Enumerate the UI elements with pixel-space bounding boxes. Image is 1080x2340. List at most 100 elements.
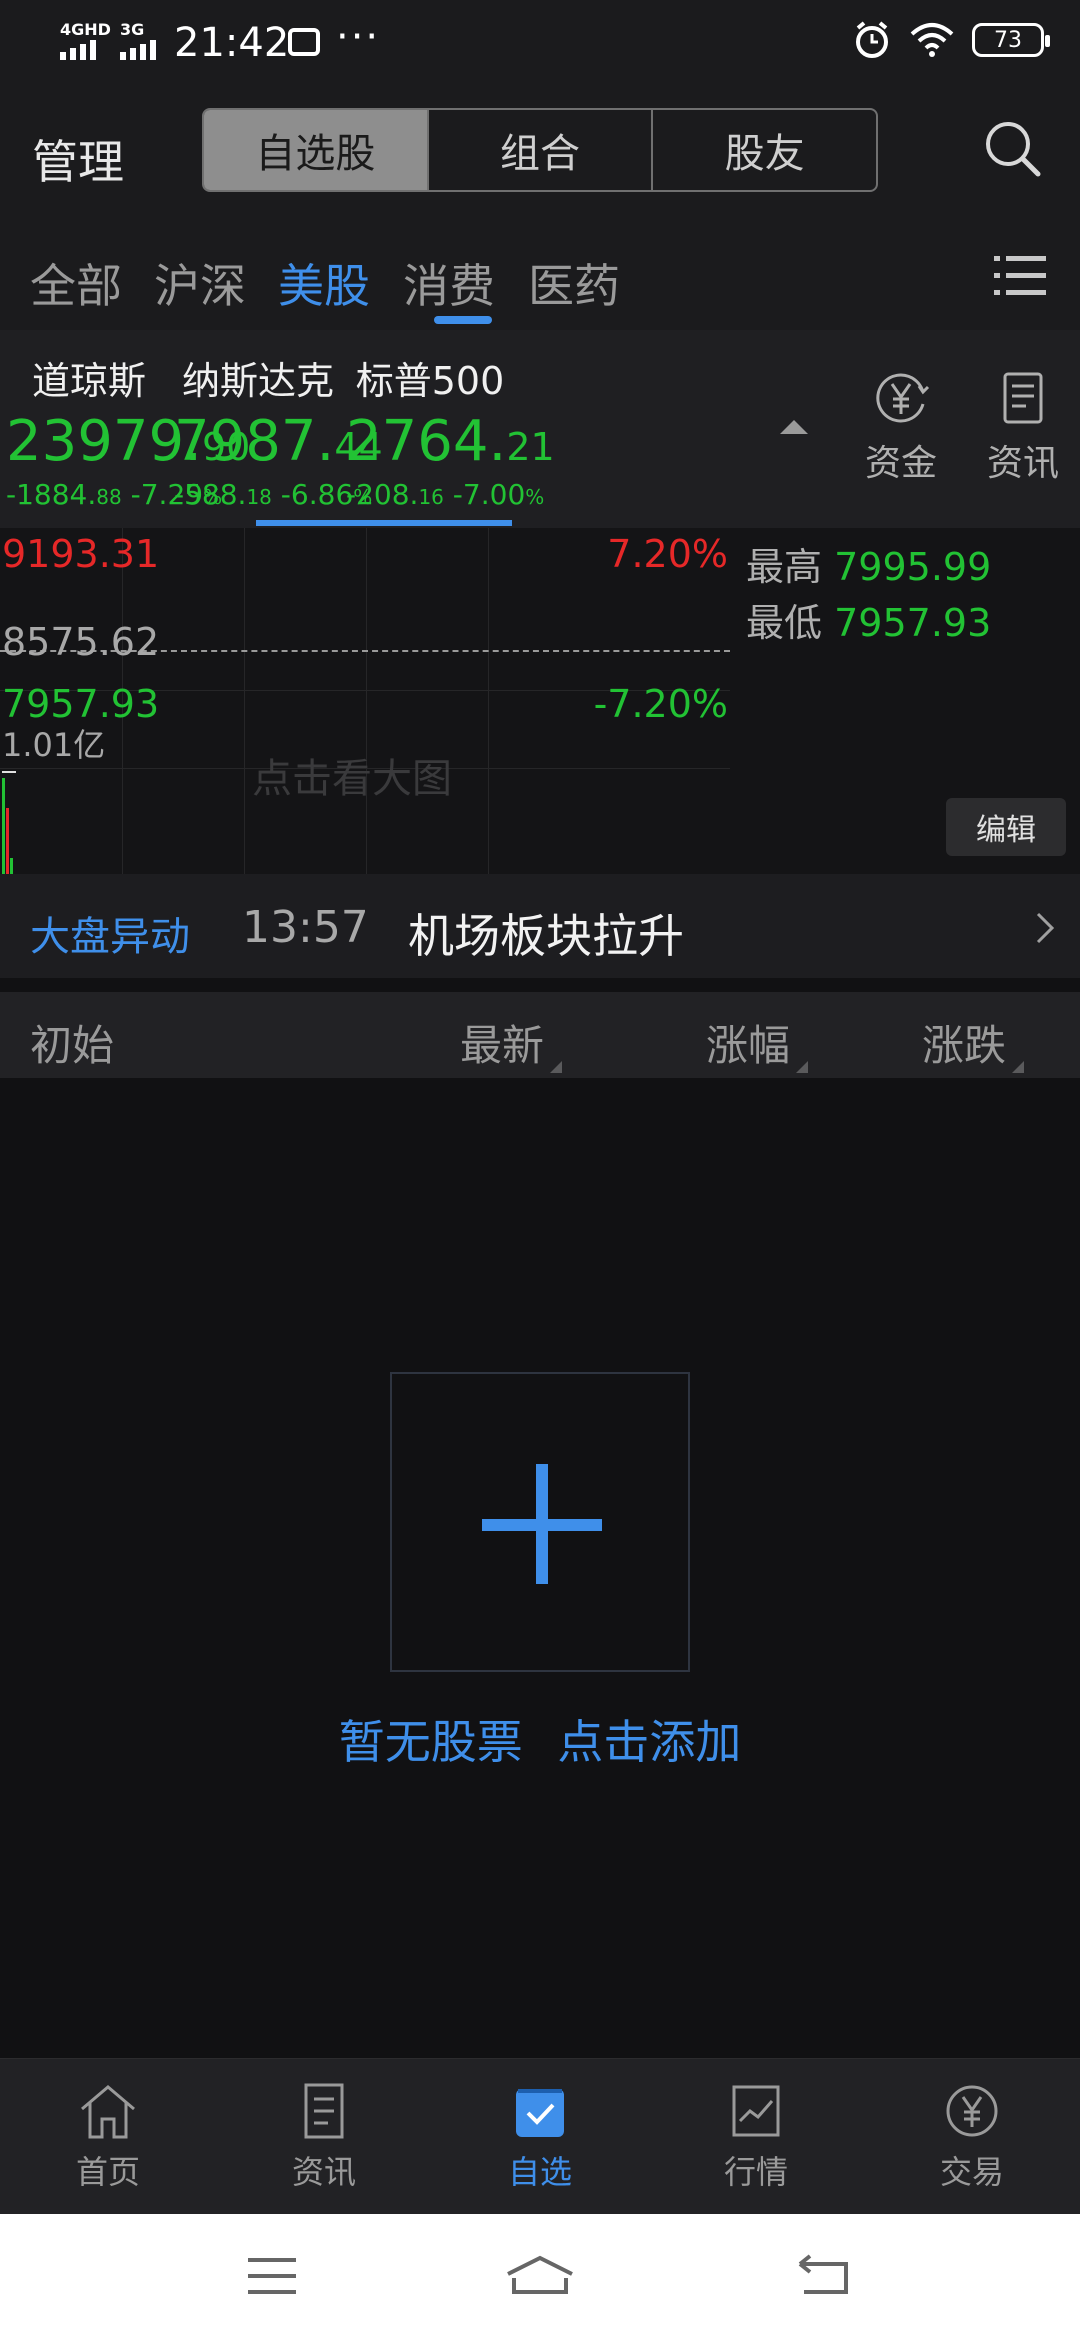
home-icon [81, 2085, 135, 2139]
sort-icon [550, 1061, 563, 1073]
battery-level: 73 [994, 27, 1022, 53]
search-icon[interactable] [980, 116, 1044, 180]
nav-market[interactable]: 行情 [686, 2081, 826, 2193]
empty-state-text: 暂无股票 点击添加 [0, 1706, 1080, 1772]
index-change: -1884.88 -7.29% [6, 478, 222, 511]
add-stock-button[interactable] [390, 1372, 690, 1672]
tab-us-stocks[interactable]: 美股 [278, 250, 370, 316]
nav-watchlist-label: 自选 [507, 2153, 572, 2191]
index-nasdaq[interactable]: 纳斯达克 7987.44 -588.18 -6.86% [174, 330, 383, 511]
tab-all[interactable]: 全部 [30, 250, 122, 316]
nav-news-label: 资讯 [291, 2153, 356, 2191]
index-price-dec: 21 [506, 425, 555, 469]
low-row: 最低 7957.93 [746, 592, 991, 647]
active-tab-indicator [434, 316, 492, 324]
index-change-int: -1884. [6, 478, 97, 511]
index-change-dec: 16 [418, 485, 444, 509]
index-pct: -6.86 [271, 478, 354, 511]
index-change-int: -588. [174, 478, 247, 511]
index-change-int: -208. [346, 478, 419, 511]
nav-news[interactable]: 资讯 [254, 2081, 394, 2193]
chart-summary: 最高 7995.99 最低 7957.93 编辑 [730, 528, 1080, 874]
yuan-icon [946, 2085, 998, 2137]
high-label: 最高 [746, 545, 823, 589]
column-initial[interactable]: 初始 [30, 1012, 114, 1073]
index-sp500[interactable]: 标普500 2764.21 -208.16 -7.00% [346, 330, 555, 511]
manage-button[interactable]: 管理 [32, 126, 124, 192]
chart-bottom-pct: -7.20% [593, 682, 728, 726]
index-name: 道琼斯 [31, 359, 146, 403]
chart-top-pct: 7.20% [607, 532, 728, 576]
menu-icon[interactable] [244, 2254, 300, 2298]
app-header: 管理 自选股 组合 股友 [0, 84, 1080, 224]
column-latest-label: 最新 [460, 1021, 545, 1070]
chart-mid-price: 8575.62 [2, 620, 160, 664]
segment-control: 自选股 组合 股友 [202, 108, 878, 192]
index-pct: -7.00 [443, 478, 526, 511]
index-dow-jones[interactable]: 道琼斯 23979.90 -1884.88 -7.29% [6, 330, 250, 511]
collapse-arrow-icon[interactable] [780, 420, 808, 434]
index-change-dec: 88 [96, 485, 122, 509]
more-notifications-icon: ··· [336, 14, 381, 60]
alert-time: 13:57 [242, 902, 369, 953]
index-price: 7987.44 [174, 409, 383, 474]
index-strip: 道琼斯 23979.90 -1884.88 -7.29% 纳斯达克 7987.4… [0, 330, 1080, 528]
low-label: 最低 [746, 601, 823, 645]
nav-home[interactable]: 首页 [38, 2081, 178, 2193]
tab-pharma[interactable]: 医药 [528, 250, 620, 316]
category-tabs: 全部 沪深 美股 消费 医药 [0, 224, 1080, 330]
high-row: 最高 7995.99 [746, 536, 991, 591]
chevron-right-icon [1036, 912, 1055, 944]
market-chart-icon [732, 2085, 780, 2137]
add-stock-link[interactable]: 点击添加 [557, 1715, 741, 1769]
home-button-icon[interactable] [504, 2254, 576, 2298]
list-menu-icon[interactable] [994, 254, 1046, 298]
no-stocks-text: 暂无股票 [338, 1715, 523, 1769]
mail-icon [288, 28, 320, 56]
index-price-int: 2764. [346, 409, 507, 474]
alert-text: 机场板块拉升 [408, 909, 684, 963]
segment-friends[interactable]: 股友 [653, 110, 876, 190]
funds-label: 资金 [864, 443, 937, 484]
edit-button[interactable]: 编辑 [946, 798, 1066, 856]
network-3g-label: 3G [120, 20, 145, 39]
intraday-chart[interactable]: 9193.31 7.20% 8575.62 7957.93 -7.20% 1.0… [0, 528, 730, 874]
funds-button[interactable]: 资金 [856, 368, 946, 486]
bottom-navigation: 首页 资讯 自选 行情 交易 [0, 2058, 1080, 2214]
market-alert-bar[interactable]: 大盘异动 13:57 机场板块拉升 [0, 874, 1080, 978]
nav-trade-label: 交易 [939, 2153, 1004, 2191]
network-4g-label: 4GHD [60, 20, 111, 39]
segment-portfolio[interactable]: 组合 [429, 110, 654, 190]
alarm-icon [856, 21, 888, 58]
nav-watchlist[interactable]: 自选 [470, 2081, 610, 2193]
news-button[interactable]: 资讯 [978, 368, 1068, 486]
sort-icon [1012, 1061, 1025, 1073]
index-price: 2764.21 [346, 409, 555, 474]
column-change-pct-label: 涨幅 [706, 1021, 791, 1070]
column-change-pct[interactable]: 涨幅 [706, 1012, 809, 1073]
volume-bars [2, 771, 16, 874]
column-latest[interactable]: 最新 [460, 1012, 563, 1073]
index-name: 标普500 [355, 359, 505, 403]
index-price: 23979.90 [6, 409, 250, 474]
nav-home-label: 首页 [75, 2153, 140, 2191]
tab-hushen[interactable]: 沪深 [154, 250, 246, 316]
index-name: 纳斯达克 [181, 359, 334, 403]
clock: 21:42 [174, 20, 290, 66]
signal-2-icon [120, 40, 156, 60]
alert-tag: 大盘异动 [30, 914, 190, 960]
high-value: 7995.99 [834, 545, 992, 589]
chart-volume: 1.01亿 [2, 726, 106, 764]
news-label: 资讯 [986, 443, 1059, 484]
back-icon[interactable] [796, 2254, 852, 2298]
column-change[interactable]: 涨跌 [922, 1012, 1025, 1073]
segment-watchlist[interactable]: 自选股 [204, 110, 429, 190]
nav-market-label: 行情 [723, 2153, 788, 2191]
low-value: 7957.93 [834, 601, 992, 645]
column-change-label: 涨跌 [922, 1021, 1007, 1070]
nav-trade[interactable]: 交易 [902, 2081, 1042, 2193]
index-pct-sign: % [525, 485, 545, 509]
index-change: -208.16 -7.00% [346, 478, 544, 511]
tab-consumer[interactable]: 消费 [403, 250, 495, 316]
watchlist-check-icon [516, 2089, 564, 2137]
